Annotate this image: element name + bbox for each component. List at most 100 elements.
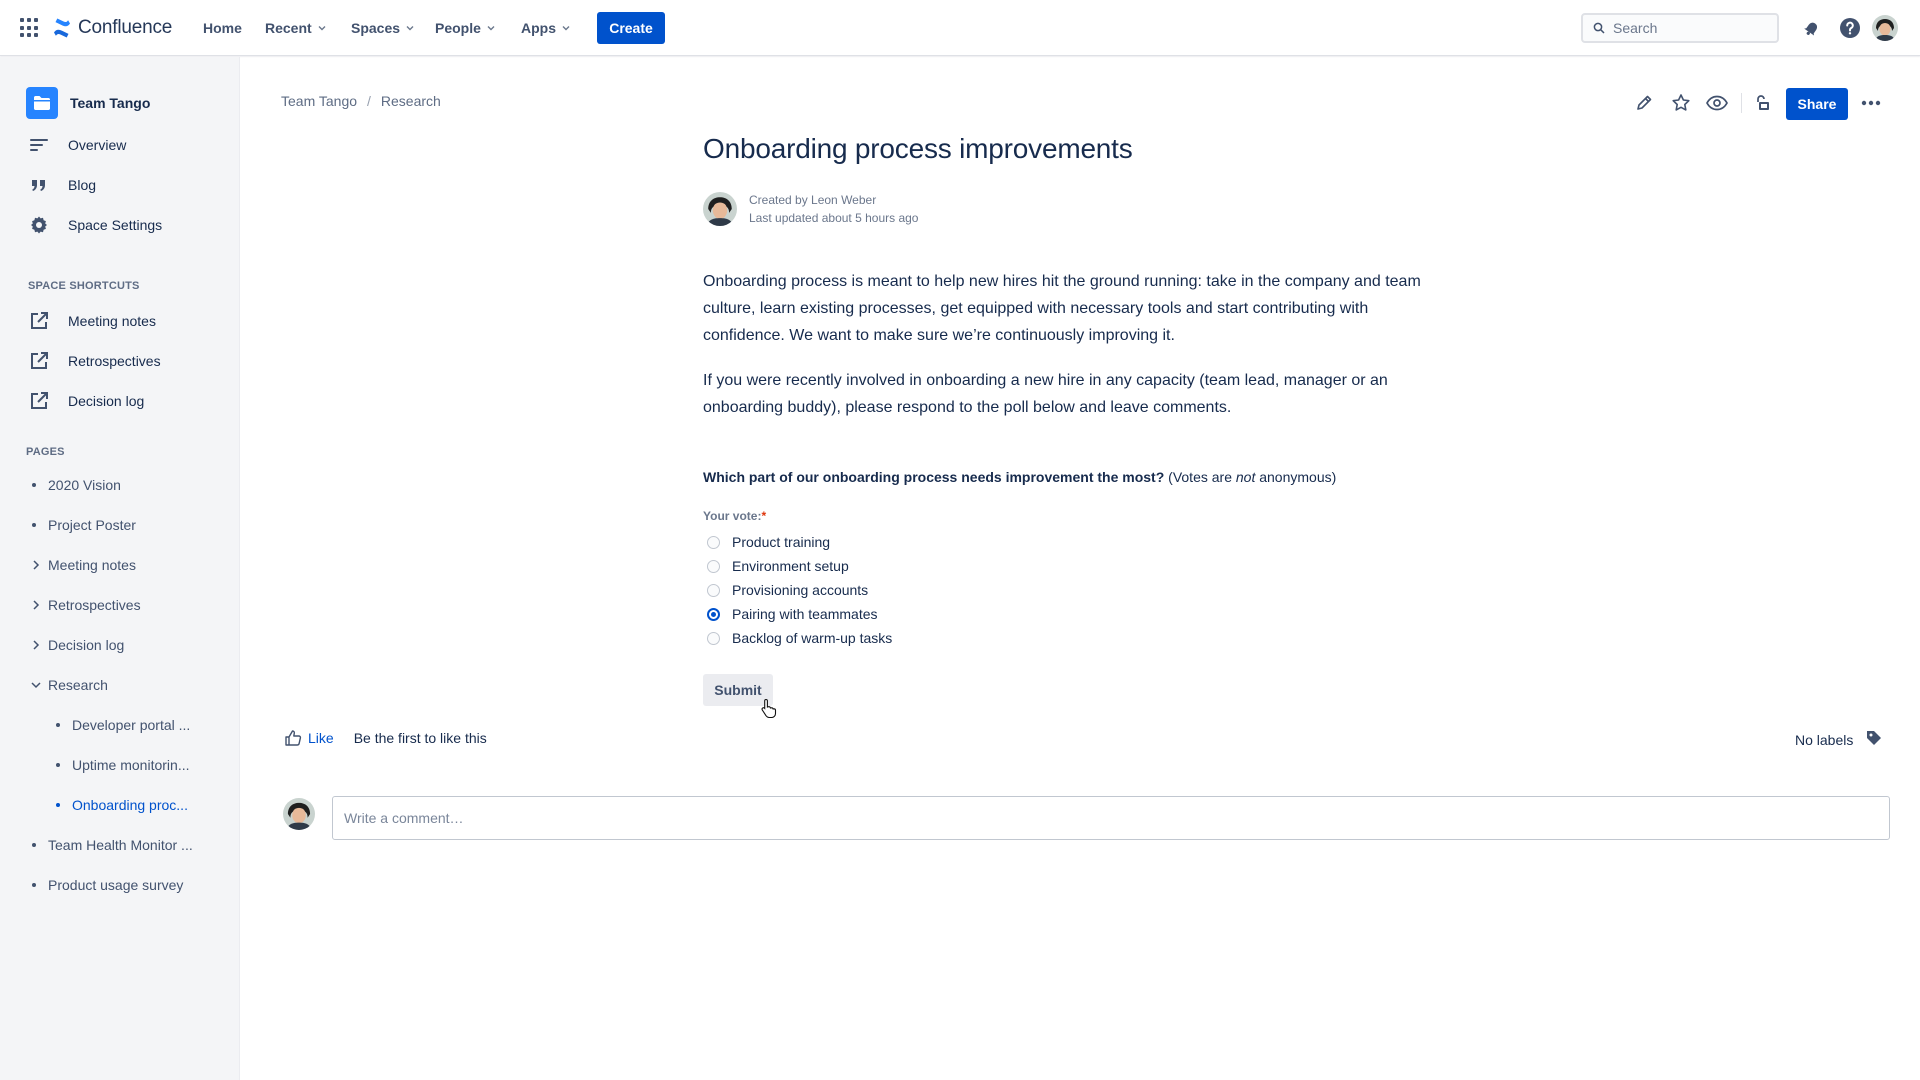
page-tree-item[interactable]: Retrospectives — [28, 594, 141, 616]
create-button[interactable]: Create — [597, 12, 665, 44]
profile-avatar[interactable] — [1872, 15, 1898, 41]
chevron-right-icon[interactable] — [28, 597, 44, 613]
poll-question-text: Which part of our onboarding process nee… — [703, 469, 1165, 485]
external-link-icon — [28, 310, 50, 332]
chevron-right-icon[interactable] — [28, 637, 44, 653]
sidebar-item-label: Blog — [68, 177, 97, 193]
space-name: Team Tango — [70, 95, 151, 111]
nav-recent[interactable]: Recent — [265, 16, 326, 40]
poll-note-before: (Votes are — [1168, 469, 1236, 485]
poll-option[interactable]: Environment setup — [707, 556, 849, 576]
poll-option[interactable]: Backlog of warm-up tasks — [707, 628, 892, 648]
like-button[interactable]: Like — [284, 729, 334, 747]
shortcut-label: Retrospectives — [68, 353, 161, 369]
body-paragraph: If you were recently involved in onboard… — [703, 372, 1388, 416]
top-navigation: Confluence Home Recent Spaces People App… — [0, 0, 1920, 56]
chevron-right-icon[interactable] — [28, 557, 44, 573]
radio-button[interactable] — [707, 583, 720, 597]
shortcut-decision-log[interactable]: Decision log — [28, 389, 144, 413]
sidebar-item-label: Overview — [68, 137, 127, 153]
space-header[interactable]: Team Tango — [26, 87, 150, 119]
bullet-icon — [56, 763, 60, 767]
page-tree-item[interactable]: Developer portal ... — [50, 714, 190, 736]
help-icon[interactable] — [1838, 16, 1862, 40]
poll-option-selected[interactable]: Pairing with teammates — [707, 604, 878, 624]
chevron-down-icon — [562, 26, 570, 31]
author-avatar[interactable] — [703, 192, 737, 226]
external-link-icon — [28, 350, 50, 372]
overview-icon — [28, 134, 50, 156]
page-byline: Created by Leon Weber Last updated about… — [703, 191, 918, 227]
sidebar-item-blog[interactable]: Blog — [28, 173, 96, 197]
notifications-icon[interactable] — [1800, 16, 1824, 40]
chevron-down-icon[interactable] — [28, 677, 44, 693]
shortcut-meeting-notes[interactable]: Meeting notes — [28, 309, 156, 333]
radio-button[interactable] — [707, 631, 720, 645]
shortcut-retrospectives[interactable]: Retrospectives — [28, 349, 161, 373]
comment-input[interactable] — [332, 796, 1890, 840]
hand-cursor-icon — [760, 698, 778, 721]
page-tree-item[interactable]: Product usage survey — [26, 874, 183, 896]
nav-spaces[interactable]: Spaces — [351, 16, 414, 40]
page-tree-item-active[interactable]: Onboarding proc... — [50, 794, 188, 816]
nav-apps[interactable]: Apps — [521, 16, 570, 40]
page-tree-item[interactable]: 2020 Vision — [26, 474, 121, 496]
watch-icon[interactable] — [1705, 91, 1729, 115]
no-labels-text: No labels — [1795, 731, 1854, 748]
poll-option[interactable]: Provisioning accounts — [707, 580, 868, 600]
search-input[interactable] — [1613, 20, 1763, 36]
shortcut-label: Decision log — [68, 393, 145, 409]
tag-icon[interactable] — [1865, 729, 1883, 750]
sidebar-item-overview[interactable]: Overview — [28, 133, 126, 157]
space-sidebar: Team Tango Overview Blog Space Settings … — [0, 57, 240, 1080]
sidebar-item-space-settings[interactable]: Space Settings — [28, 213, 162, 237]
shortcut-label: Meeting notes — [68, 313, 156, 329]
page-tree-item[interactable]: Decision log — [28, 634, 124, 656]
radio-button[interactable] — [707, 535, 720, 549]
radio-button[interactable] — [707, 559, 720, 573]
quote-icon — [28, 174, 50, 196]
star-icon[interactable] — [1669, 91, 1693, 115]
nav-recent-label: Recent — [265, 20, 312, 36]
page-tree-label: Product usage survey — [48, 877, 184, 893]
radio-button-selected[interactable] — [707, 607, 720, 621]
body-paragraph: Onboarding process is meant to help new … — [703, 273, 1421, 344]
restrictions-icon[interactable] — [1751, 91, 1775, 115]
sidebar-item-label: Space Settings — [68, 217, 163, 233]
space-shortcuts-heading: SPACE SHORTCUTS — [28, 280, 140, 292]
page-title: Onboarding process improvements — [703, 133, 1133, 164]
gear-icon — [28, 214, 50, 236]
nav-people[interactable]: People — [435, 16, 495, 40]
nav-home[interactable]: Home — [203, 16, 242, 40]
poll-option-label: Backlog of warm-up tasks — [732, 630, 893, 646]
search-icon — [1593, 22, 1605, 34]
confluence-logo-icon — [54, 18, 70, 38]
poll-option[interactable]: Product training — [707, 532, 830, 552]
breadcrumb-separator: / — [367, 93, 371, 109]
page-tree-item[interactable]: Project Poster — [26, 514, 136, 536]
page-tree-label: Developer portal ... — [72, 717, 191, 733]
bullet-icon — [32, 523, 36, 527]
page-tree-item[interactable]: Uptime monitorin... — [50, 754, 189, 776]
breadcrumb-item[interactable]: Research — [381, 93, 441, 109]
pages-heading: PAGES — [26, 446, 65, 458]
app-switcher-icon[interactable] — [20, 18, 40, 38]
page-tree-item[interactable]: Meeting notes — [28, 554, 136, 576]
search-box[interactable] — [1581, 13, 1779, 43]
more-icon[interactable] — [1859, 91, 1883, 115]
share-button[interactable]: Share — [1786, 88, 1848, 120]
nav-home-label: Home — [203, 20, 242, 36]
page-labels: No labels — [1795, 729, 1883, 750]
edit-icon[interactable] — [1632, 91, 1656, 115]
page-tree-item[interactable]: Team Health Monitor ... — [26, 834, 193, 856]
confluence-logo[interactable]: Confluence — [52, 15, 172, 41]
logo-text: Confluence — [78, 17, 173, 38]
vote-label: Your vote:* — [703, 509, 766, 523]
poll-question: Which part of our onboarding process nee… — [703, 469, 1336, 485]
external-link-icon — [28, 390, 50, 412]
page-tree-item[interactable]: Research — [28, 674, 108, 696]
breadcrumb-item[interactable]: Team Tango — [281, 93, 357, 109]
chevron-down-icon — [318, 26, 326, 31]
commenter-avatar — [283, 798, 315, 830]
poll-option-label: Environment setup — [732, 558, 849, 574]
